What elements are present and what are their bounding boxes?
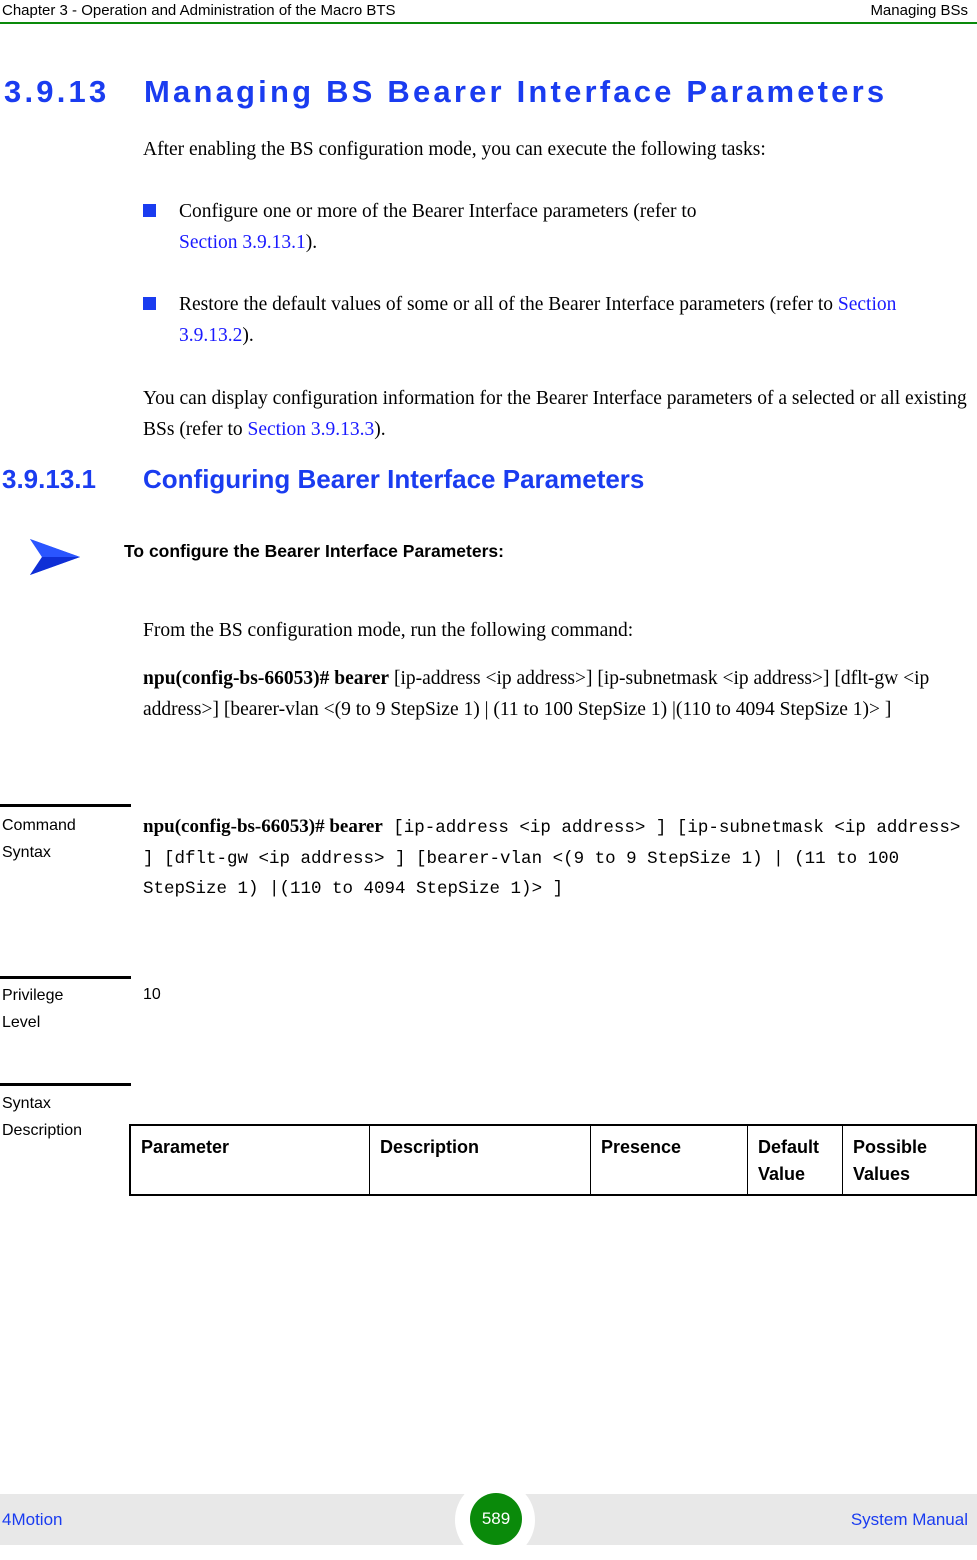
bullet-square-icon xyxy=(143,204,156,217)
footer-product: 4Motion xyxy=(2,1510,63,1529)
command-prompt: npu(config-bs-66053)# bearer xyxy=(143,668,390,689)
section-heading-title: Managing BS Bearer Interface Parameters xyxy=(144,74,888,109)
column-header-possible-values: Possible Values xyxy=(842,1124,977,1196)
command-syntax-prompt: npu(config-bs-66053)# bearer xyxy=(143,816,383,837)
section-link[interactable]: Section 3.9.13.3 xyxy=(248,419,375,440)
section-title: Managing BSs xyxy=(870,2,968,19)
column-header-parameter: Parameter xyxy=(129,1124,370,1196)
table-header-row: Parameter Description Presence Default V… xyxy=(129,1124,977,1196)
bullet-text: Restore the default values of some or al… xyxy=(179,294,834,315)
column-header-presence: Presence xyxy=(590,1124,748,1196)
procedure-title: To configure the Bearer Interface Parame… xyxy=(124,541,504,561)
display-note-paragraph: You can display configuration informatio… xyxy=(143,383,973,445)
bullet-text: Configure one or more of the Bearer Inte… xyxy=(179,201,697,222)
section-link[interactable]: Section 3.9.13.1 xyxy=(179,232,306,253)
page-footer: 4Motion 589 System Manual xyxy=(0,1480,977,1560)
list-item: Configure one or more of the Bearer Inte… xyxy=(143,196,943,258)
section-heading: 3.9.13 Managing BS Bearer Interface Param… xyxy=(4,74,887,110)
bullet-text-end: ). xyxy=(242,325,254,346)
privilege-level-value: 10 xyxy=(143,986,161,1003)
footer-manual: System Manual xyxy=(850,1510,968,1529)
procedure-arrow-icon xyxy=(30,539,80,575)
run-command-intro: From the BS configuration mode, run the … xyxy=(143,620,634,641)
section-rule xyxy=(0,1083,131,1086)
subsection-number: 3.9.13.1 xyxy=(2,464,96,494)
column-header-default-value: Default Value xyxy=(747,1124,843,1196)
list-item: Restore the default values of some or al… xyxy=(143,289,973,351)
command-syntax-label: Command Syntax xyxy=(2,817,76,861)
section-rule xyxy=(0,976,131,979)
subsection-heading: 3.9.13.1 Configuring Bearer Interface Par… xyxy=(2,464,644,495)
section-number: 3.9.13 xyxy=(4,74,110,109)
display-note-text-end: ). xyxy=(374,419,386,440)
page-header: Chapter 3 - Operation and Administration… xyxy=(0,0,977,24)
section-rule xyxy=(0,804,131,807)
column-header-description: Description xyxy=(369,1124,591,1196)
syntax-description-label: Syntax Description xyxy=(2,1095,83,1139)
page-number-badge: 589 xyxy=(470,1493,522,1545)
chapter-title: Chapter 3 - Operation and Administration… xyxy=(2,2,396,19)
bullet-square-icon xyxy=(143,297,156,310)
command-syntax: npu(config-bs-66053)# bearer [ip-address… xyxy=(143,812,973,905)
bullet-text-end: ). xyxy=(305,232,318,253)
parameters-table: Parameter Description Presence Default V… xyxy=(129,1124,977,1196)
privilege-level-label: Privilege Level xyxy=(2,987,64,1031)
intro-paragraph: After enabling the BS configuration mode… xyxy=(143,139,766,160)
command-line-paragraph: npu(config-bs-66053)# bearer [ip-address… xyxy=(143,663,963,725)
subsection-heading-title: Configuring Bearer Interface Parameters xyxy=(143,464,645,494)
